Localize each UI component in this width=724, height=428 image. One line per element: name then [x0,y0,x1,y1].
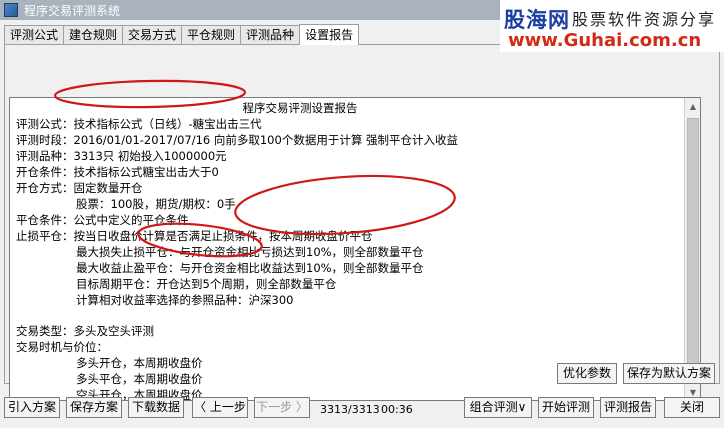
scroll-thumb[interactable] [687,118,699,374]
report-line: 交易时机与价位： [16,340,108,354]
report-line: 股票：100股，期货/期权：0手 [76,197,236,211]
watermark-url: www.Guhai.com.cn [508,30,702,51]
report-line: 平仓条件：公式中定义的平仓条件 [16,213,189,227]
close-button[interactable]: 关闭 [664,397,720,418]
tab-settings-report[interactable]: 设置报告 [299,24,360,45]
report-title: 程序交易评测设置报告 [242,101,358,115]
test-report-button[interactable]: 评测报告 [600,397,656,418]
optimize-params-button[interactable]: 优化参数 [557,363,617,384]
download-data-button[interactable]: 下载数据 [128,397,184,418]
report-line: 开仓方式：固定数量开仓 [16,181,143,195]
watermark: 股海网 股票软件资源分享 www.Guhai.com.cn [500,0,724,52]
watermark-slogan: 股票软件资源分享 [572,10,717,29]
settings-report-panel: 程序交易评测设置报告 评测公式：技术指标公式（日线）-糖宝出击三代 评测时段：2… [4,44,720,401]
progress-count: 3313/3313 [320,403,380,416]
tab-instruments[interactable]: 评测品种 [240,25,301,45]
scroll-up-arrow-icon[interactable]: ▲ [685,98,700,114]
report-line: 最大收益止盈平仓：与开仓资金相比收益达到10%，则全部数量平仓 [76,261,424,275]
report-line: 多头平仓，本周期收盘价 [76,372,203,386]
report-line: 评测时段：2016/01/01-2017/07/16 向前多取100个数据用于计… [16,133,458,147]
elapsed-time: 00:36 [381,403,413,416]
report-line: 计算相对收益率选择的参照品种：沪深300 [76,293,294,307]
tab-trade-mode[interactable]: 交易方式 [122,25,183,45]
report-textarea[interactable]: 程序交易评测设置报告 评测公式：技术指标公式（日线）-糖宝出击三代 评测时段：2… [9,97,701,401]
save-scheme-button[interactable]: 保存方案 [66,397,122,418]
report-line: 多头开仓，本周期收盘价 [76,356,203,370]
start-test-button[interactable]: 开始评测 [538,397,594,418]
tab-open-rules[interactable]: 建仓规则 [63,25,124,45]
report-line: 评测品种：3313只 初始投入1000000元 [16,149,227,163]
next-step-button[interactable]: 下一步 〉 [254,397,310,418]
app-icon [4,3,18,17]
tab-bar: 评测公式 建仓规则 交易方式 平仓规则 评测品种 设置报告 [4,24,360,45]
prev-step-button[interactable]: 〈 上一步 [192,397,248,418]
window-title: 程序交易评测系统 [24,3,121,18]
report-line: 最大损失止损平仓：与开仓资金相比亏损达到10%，则全部数量平仓 [76,245,424,259]
report-scrollbar[interactable]: ▲ ▼ [684,98,700,400]
report-line: 开仓条件：技术指标公式糖宝出击大于0 [16,165,219,179]
report-line: 评测公式：技术指标公式（日线）-糖宝出击三代 [16,117,262,131]
report-line: 止损平仓：按当日收盘价计算是否满足止损条件，按本周期收盘价平仓 [16,229,373,243]
save-as-default-button[interactable]: 保存为默认方案 [623,363,715,384]
report-line: 交易类型：多头及空头评测 [16,324,154,338]
combo-test-dropdown[interactable]: 组合评测∨ [464,397,532,418]
report-line: 目标周期平仓：开仓达到5个周期，则全部数量平仓 [76,277,337,291]
import-scheme-button[interactable]: 引入方案 [4,397,60,418]
tab-formula[interactable]: 评测公式 [4,25,65,45]
tab-close-rules[interactable]: 平仓规则 [181,25,242,45]
